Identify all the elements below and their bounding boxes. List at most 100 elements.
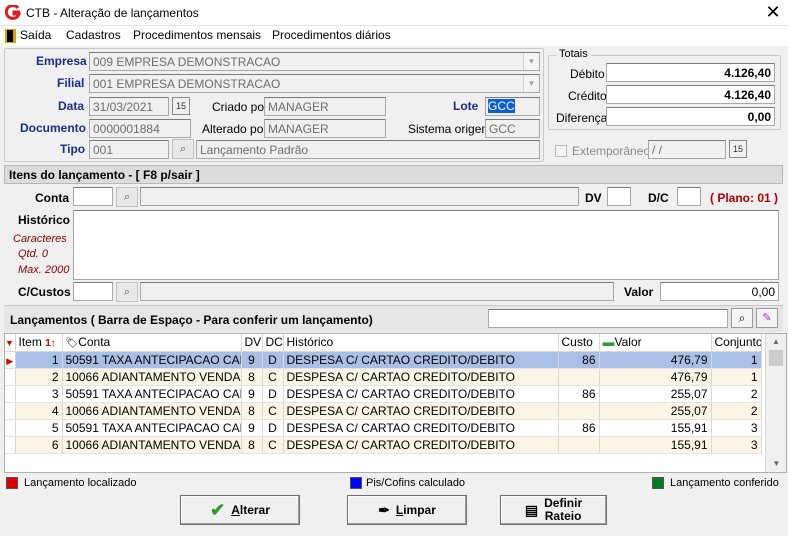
lancamentos-search[interactable] [488, 309, 728, 328]
valor-header[interactable]: ▬ Valor [599, 334, 712, 352]
diferenca-value: 0,00 [606, 107, 775, 126]
scroll-thumb[interactable] [769, 350, 783, 366]
cell-dc: D [262, 351, 284, 369]
valor-input[interactable]: 0,00 [660, 282, 779, 301]
cell-dc: C [262, 436, 284, 454]
grid-scrollbar[interactable]: ▲ ▼ [765, 334, 786, 472]
menu-procedimentos-diarios[interactable]: Procedimentos diários [272, 28, 391, 42]
dc-input[interactable] [677, 187, 701, 206]
credito-value: 4.126,40 [606, 85, 775, 104]
credito-label: Crédito [568, 89, 607, 103]
indicator-header: ▼ [5, 334, 16, 352]
lote-input[interactable]: GCC [485, 97, 540, 116]
binoculars-icon[interactable]: ⌕ [172, 139, 194, 159]
clear-filter-icon[interactable]: ✎ [756, 308, 778, 328]
cell-conjunto: 1 [711, 368, 762, 386]
table-row[interactable]: 5 50591 TAXA ANTECIPACAO CAR... 9 D DESPESA … [5, 419, 762, 437]
dv-header[interactable]: DV [241, 334, 263, 352]
dc-label: D/C [648, 191, 669, 205]
cell-conjunto: 3 [711, 419, 762, 437]
empresa-combo[interactable]: 009 EMPRESA DEMONSTRACAO ▼ [89, 52, 540, 71]
menu-cadastros[interactable]: Cadastros [66, 28, 121, 42]
search-icon[interactable]: ⌕ [731, 308, 753, 328]
conta-header[interactable]: 🏷Conta [62, 334, 242, 352]
sistema-origem-input: GCC [485, 119, 540, 138]
cell-custo [558, 436, 600, 454]
cell-conta: 10066 ADIANTAMENTO VENDA ... [62, 368, 242, 386]
cell-conjunto: 2 [711, 402, 762, 420]
historico-header[interactable]: Histórico [283, 334, 559, 352]
criado-input: MANAGER [264, 97, 386, 116]
cell-dv: 9 [241, 419, 263, 437]
chevron-down-icon[interactable]: ▼ [523, 75, 539, 92]
table-row[interactable]: ▶ 1 50591 TAXA ANTECIPACAO CAR... 9 D DESPESA… [5, 351, 762, 369]
alterar-button[interactable]: ✔ Alterar [180, 495, 300, 525]
calendar-icon[interactable]: 15 [172, 97, 190, 115]
legend-localizado-swatch [6, 477, 18, 489]
cell-conjunto: 1 [711, 351, 762, 369]
qtd-label: Qtd. 0 [18, 248, 48, 260]
binoculars-icon[interactable]: ⌕ [116, 282, 138, 302]
conjunto-header[interactable]: Conjunto [711, 334, 762, 352]
cell-conjunto: 3 [711, 436, 762, 454]
definir-rateio-button[interactable]: ▤ Definir Rateio [500, 495, 607, 525]
exit-door-icon [5, 29, 16, 43]
binoculars-icon[interactable]: ⌕ [116, 187, 138, 207]
window-title: CTB - Alteração de lançamentos [26, 6, 199, 20]
filial-combo[interactable]: 001 EMPRESA DEMONSTRACAO ▼ [89, 74, 540, 93]
dc-header[interactable]: DC [262, 334, 284, 352]
cell-item: 6 [15, 436, 63, 454]
cell-custo: 86 [558, 351, 600, 369]
cell-conta: 50591 TAXA ANTECIPACAO CAR... [62, 385, 242, 403]
cell-item: 1 [15, 351, 63, 369]
cell-valor: 255,07 [599, 385, 712, 403]
data-input[interactable]: 31/03/2021 [89, 97, 169, 116]
filial-label: Filial [57, 76, 85, 90]
documento-input[interactable]: 0000001884 [89, 119, 191, 138]
table-row[interactable]: 3 50591 TAXA ANTECIPACAO CAR... 9 D DESPESA … [5, 385, 762, 403]
custo-header[interactable]: Custo [558, 334, 600, 352]
scroll-up-icon[interactable]: ▲ [766, 334, 786, 350]
close-button[interactable]: ✕ [762, 2, 784, 24]
legend-localizado-label: Lançamento localizado [24, 477, 137, 489]
historico-textarea[interactable] [73, 210, 779, 280]
cell-dv: 9 [241, 385, 263, 403]
historico-label: Histórico [18, 213, 71, 227]
conta-input[interactable] [73, 187, 113, 206]
scroll-down-icon[interactable]: ▼ [766, 456, 787, 472]
tipo-input[interactable]: 001 [89, 140, 169, 159]
cell-indicator [5, 368, 16, 386]
max-label: Max. 2000 [18, 264, 70, 276]
cell-indicator: ▶ [5, 351, 16, 369]
cell-historico: DESPESA C/ CARTAO CREDITO/DEBITO [283, 419, 559, 437]
document-icon: ▤ [524, 501, 539, 518]
item-header[interactable]: Item 1↑ [15, 334, 63, 352]
limpar-button[interactable]: ✒ Limpar [347, 495, 467, 525]
extemporaneo-checkbox[interactable] [555, 145, 567, 157]
cell-custo: 86 [558, 385, 600, 403]
money-icon: ▬ [602, 335, 615, 350]
cell-item: 4 [15, 402, 63, 420]
cell-valor: 476,79 [599, 351, 712, 369]
legend-conferido-swatch [652, 477, 664, 489]
table-row[interactable]: 4 10066 ADIANTAMENTO VENDA ... 8 C DESPESA C… [5, 402, 762, 420]
legend-piscofins-label: Pis/Cofins calculado [366, 477, 466, 489]
empresa-label: Empresa [36, 54, 87, 68]
calendar-icon[interactable]: 15 [729, 140, 747, 158]
cell-valor: 255,07 [599, 402, 712, 420]
menu-saida[interactable]: Saída [20, 28, 51, 42]
table-row[interactable]: 2 10066 ADIANTAMENTO VENDA ... 8 C DESPESA C… [5, 368, 762, 386]
chevron-down-icon[interactable]: ▼ [523, 53, 539, 70]
debito-value: 4.126,40 [606, 63, 775, 82]
dv-input[interactable] [607, 187, 631, 206]
cell-custo: 86 [558, 419, 600, 437]
valor-label: Valor [624, 285, 654, 299]
sistema-origem-label: Sistema origem [408, 122, 492, 136]
criado-label: Criado por [212, 100, 269, 114]
plano-label: ( Plano: 01 ) [710, 191, 779, 205]
ccustos-input[interactable] [73, 282, 113, 301]
menu-procedimentos-mensais[interactable]: Procedimentos mensais [133, 28, 261, 42]
table-row[interactable]: 6 10066 ADIANTAMENTO VENDA ... 8 C DESPESA C… [5, 436, 762, 454]
cell-indicator [5, 436, 16, 454]
pen-icon: ✒ [378, 501, 390, 518]
